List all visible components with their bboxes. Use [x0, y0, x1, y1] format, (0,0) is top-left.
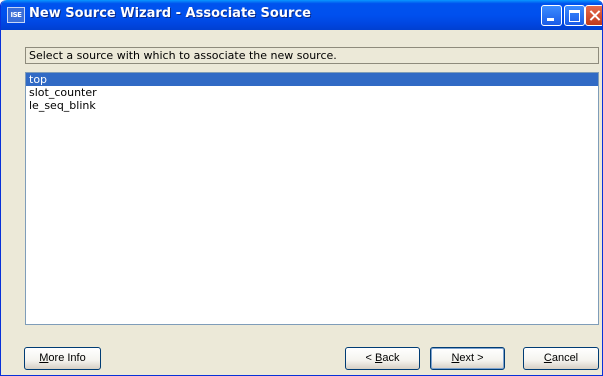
back-prefix: <: [365, 352, 375, 364]
list-item-slot-counter[interactable]: slot_counter: [26, 86, 598, 99]
source-listbox[interactable]: top slot_counter le_seq_blink: [25, 72, 599, 325]
next-label: ext >: [459, 352, 484, 364]
window-title: New Source Wizard - Associate Source: [29, 6, 311, 21]
list-item-top[interactable]: top: [26, 73, 598, 86]
next-button[interactable]: Next >: [430, 347, 505, 370]
ise-app-icon: ISE: [7, 7, 25, 23]
back-button[interactable]: < Back: [345, 347, 420, 370]
maximize-button[interactable]: [564, 5, 585, 26]
list-item-le-seq-blink[interactable]: le_seq_blink: [26, 99, 598, 112]
close-button[interactable]: [585, 5, 602, 26]
wizard-window: ISE New Source Wizard - Associate Source…: [0, 0, 603, 376]
cancel-label: ancel: [551, 352, 579, 364]
more-info-button[interactable]: More Info: [24, 347, 101, 370]
cancel-button[interactable]: Cancel: [523, 347, 599, 370]
more-info-label: ore Info: [48, 352, 86, 364]
cancel-mnemonic: C: [543, 352, 552, 364]
back-label: ack: [382, 352, 400, 364]
instruction-label: Select a source with which to associate …: [25, 47, 599, 64]
minimize-button[interactable]: [541, 5, 562, 26]
title-bar[interactable]: ISE New Source Wizard - Associate Source: [1, 0, 602, 30]
